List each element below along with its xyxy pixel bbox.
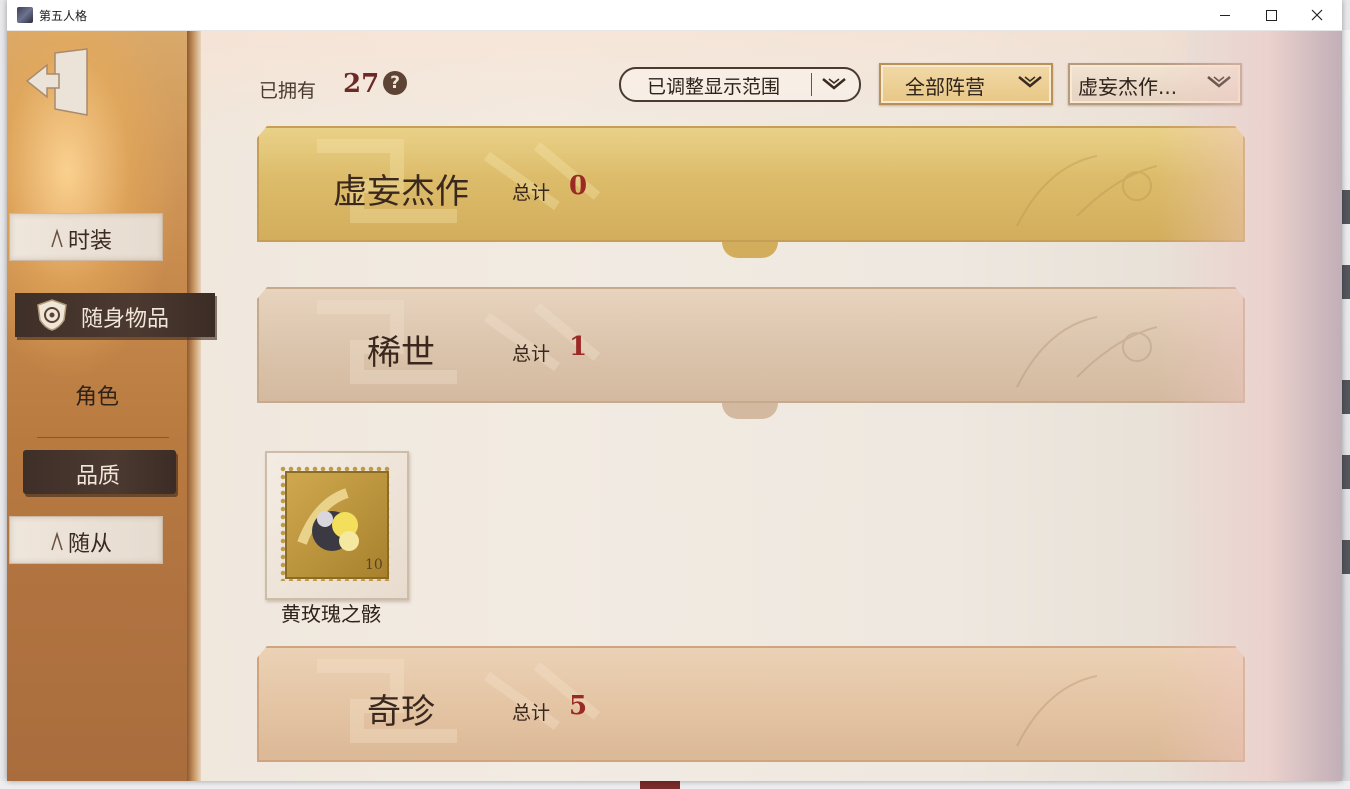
- section-title: 虚妄杰作: [333, 172, 469, 212]
- maximize-icon: [1265, 9, 1277, 21]
- desktop-thumbnail: [1342, 265, 1350, 299]
- panel-edge: [187, 31, 201, 781]
- close-button[interactable]: [1294, 0, 1340, 30]
- banner-tab: [722, 403, 778, 419]
- rarity-section-masterpiece[interactable]: 虚妄杰作 总计 0: [257, 126, 1245, 258]
- svg-text:10: 10: [365, 557, 383, 573]
- rarity-filter-dropdown[interactable]: 虚妄杰作...: [1068, 63, 1242, 105]
- rarity-section-treasure[interactable]: 奇珍 总计 5: [257, 646, 1245, 762]
- section-title: 奇珍: [367, 692, 435, 732]
- section-total-label: 总计: [512, 702, 551, 724]
- owned-count: 27: [343, 69, 380, 99]
- faction-filter-dropdown[interactable]: 全部阵营: [879, 63, 1053, 105]
- maximize-button[interactable]: [1248, 0, 1294, 30]
- section-total-value: 0: [569, 171, 588, 201]
- title-bar: 第五人格: [7, 0, 1342, 31]
- game-canvas: 时装 随身物品 角色 品质 随从 已拥有 27 ? 已调整显示范围 全部阵营 虚…: [7, 31, 1342, 781]
- sidebar-item-costume[interactable]: 时装: [9, 213, 163, 261]
- section-total-label: 总计: [512, 343, 551, 365]
- rarity-filter-label: 虚妄杰作...: [1078, 75, 1178, 99]
- pin-icon: [51, 228, 63, 248]
- item-image: 10: [285, 471, 389, 579]
- faction-filter-label: 全部阵营: [905, 75, 985, 99]
- section-total-value: 5: [569, 691, 588, 721]
- sidebar-item-quality[interactable]: 品质: [23, 450, 176, 494]
- sidebar-item-label: 品质: [76, 464, 121, 489]
- desktop-thumbnail: [1342, 380, 1350, 414]
- chevron-down-icon: [822, 78, 846, 90]
- divider: [811, 73, 812, 96]
- close-icon: [1311, 9, 1323, 21]
- section-total-label: 总计: [512, 182, 551, 204]
- divider: [37, 437, 169, 438]
- yellow-rose-icon: 10: [297, 488, 383, 573]
- game-window: 第五人格 时装 随身物品 角色 品质 随从 已拥有 27 ? 已调整显示范围 全…: [7, 0, 1342, 781]
- minimize-icon: [1220, 14, 1230, 16]
- chevron-down-icon: [1207, 76, 1231, 88]
- sidebar-item-accessories[interactable]: 随身物品: [15, 293, 215, 337]
- rarity-section-rare[interactable]: 稀世 总计 1: [257, 287, 1245, 419]
- item-name: 黄玫瑰之骸: [281, 602, 381, 626]
- owned-label: 已拥有: [259, 80, 317, 102]
- desktop-bottom-strip: [0, 781, 1350, 789]
- range-filter-dropdown[interactable]: 已调整显示范围: [619, 67, 861, 102]
- sidebar-item-label: 随从: [68, 532, 113, 557]
- item-stamp: 10: [279, 465, 391, 581]
- sidebar-item-follower[interactable]: 随从: [9, 516, 163, 564]
- item-card[interactable]: 10: [265, 451, 409, 600]
- desktop-thumbnail: [640, 781, 680, 789]
- minimize-button[interactable]: [1202, 0, 1248, 30]
- banner-tab: [722, 242, 778, 258]
- sidebar-item-label: 随身物品: [81, 307, 170, 332]
- app-icon: [17, 7, 33, 23]
- desktop-thumbnail: [1342, 540, 1350, 574]
- desktop-thumbnail: [1342, 190, 1350, 224]
- shield-emblem-icon: [37, 299, 67, 331]
- section-title: 稀世: [367, 333, 435, 373]
- sidebar-item-role[interactable]: 角色: [75, 379, 119, 411]
- chevron-down-icon: [1018, 76, 1042, 88]
- section-total-value: 1: [569, 332, 588, 362]
- help-icon[interactable]: ?: [383, 71, 407, 95]
- window-title: 第五人格: [39, 9, 88, 23]
- range-filter-label: 已调整显示范围: [647, 76, 781, 98]
- exit-door-icon[interactable]: [25, 47, 95, 117]
- pin-icon: [51, 531, 63, 551]
- desktop-thumbnail: [1342, 455, 1350, 489]
- sidebar-item-label: 时装: [68, 229, 113, 254]
